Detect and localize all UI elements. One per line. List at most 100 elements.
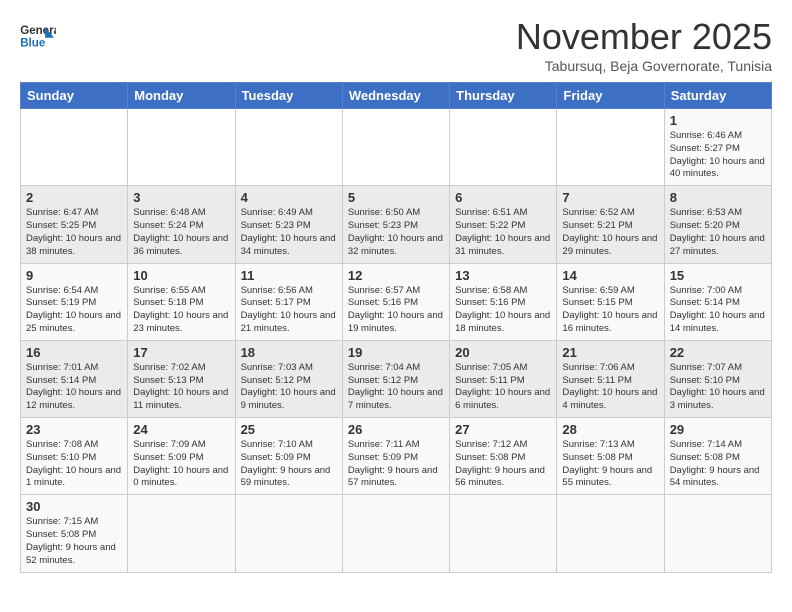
calendar-header-row: SundayMondayTuesdayWednesdayThursdayFrid… — [21, 83, 772, 109]
calendar-cell — [235, 495, 342, 572]
day-number: 9 — [26, 268, 122, 283]
day-number: 25 — [241, 422, 337, 437]
day-number: 7 — [562, 190, 658, 205]
day-info: Sunrise: 6:50 AM Sunset: 5:23 PM Dayligh… — [348, 207, 444, 258]
day-number: 21 — [562, 345, 658, 360]
day-number: 26 — [348, 422, 444, 437]
day-info: Sunrise: 7:06 AM Sunset: 5:11 PM Dayligh… — [562, 362, 658, 413]
day-info: Sunrise: 6:51 AM Sunset: 5:22 PM Dayligh… — [455, 207, 551, 258]
day-number: 11 — [241, 268, 337, 283]
day-info: Sunrise: 6:55 AM Sunset: 5:18 PM Dayligh… — [133, 285, 229, 336]
calendar-week-row: 2Sunrise: 6:47 AM Sunset: 5:25 PM Daylig… — [21, 186, 772, 263]
calendar-cell — [21, 109, 128, 186]
day-number: 23 — [26, 422, 122, 437]
calendar-cell: 8 Sunrise: 6:53 AM Sunset: 5:20 PM Daylig… — [664, 186, 771, 263]
day-number: 14 — [562, 268, 658, 283]
weekday-header-friday: Friday — [557, 83, 664, 109]
calendar-cell: 10 Sunrise: 6:55 AM Sunset: 5:18 PM Dayli… — [128, 263, 235, 340]
calendar-cell — [235, 109, 342, 186]
day-info: Sunrise: 7:15 AM Sunset: 5:08 PM Dayligh… — [26, 516, 122, 567]
day-number: 8 — [670, 190, 766, 205]
day-info: Sunrise: 7:05 AM Sunset: 5:11 PM Dayligh… — [455, 362, 551, 413]
calendar-cell: 21 Sunrise: 7:06 AM Sunset: 5:11 PM Dayli… — [557, 340, 664, 417]
day-number: 6 — [455, 190, 551, 205]
day-info: Sunrise: 6:57 AM Sunset: 5:16 PM Dayligh… — [348, 285, 444, 336]
weekday-header-monday: Monday — [128, 83, 235, 109]
day-number: 22 — [670, 345, 766, 360]
day-info: Sunrise: 6:47 AM Sunset: 5:25 PM Dayligh… — [26, 207, 122, 258]
calendar-cell: 29 Sunrise: 7:14 AM Sunset: 5:08 PM Dayli… — [664, 418, 771, 495]
calendar-week-row: 16 Sunrise: 7:01 AM Sunset: 5:14 PM Dayli… — [21, 340, 772, 417]
calendar-cell: 28Sunrise: 7:13 AM Sunset: 5:08 PM Dayli… — [557, 418, 664, 495]
calendar-cell — [342, 495, 449, 572]
day-info: Sunrise: 7:12 AM Sunset: 5:08 PM Dayligh… — [455, 439, 551, 490]
day-info: Sunrise: 6:58 AM Sunset: 5:16 PM Dayligh… — [455, 285, 551, 336]
calendar-cell: 9Sunrise: 6:54 AM Sunset: 5:19 PM Daylig… — [21, 263, 128, 340]
day-info: Sunrise: 6:52 AM Sunset: 5:21 PM Dayligh… — [562, 207, 658, 258]
calendar-cell — [664, 495, 771, 572]
month-title: November 2025 — [516, 16, 772, 58]
calendar-cell: 20Sunrise: 7:05 AM Sunset: 5:11 PM Dayli… — [450, 340, 557, 417]
calendar-cell: 26 Sunrise: 7:11 AM Sunset: 5:09 PM Dayli… — [342, 418, 449, 495]
calendar-cell: 16 Sunrise: 7:01 AM Sunset: 5:14 PM Dayli… — [21, 340, 128, 417]
day-info: Sunrise: 7:00 AM Sunset: 5:14 PM Dayligh… — [670, 285, 766, 336]
day-number: 16 — [26, 345, 122, 360]
calendar-table: SundayMondayTuesdayWednesdayThursdayFrid… — [20, 82, 772, 573]
calendar-cell — [450, 109, 557, 186]
subtitle: Tabursuq, Beja Governorate, Tunisia — [516, 58, 772, 74]
day-info: Sunrise: 7:04 AM Sunset: 5:12 PM Dayligh… — [348, 362, 444, 413]
calendar-cell: 11 Sunrise: 6:56 AM Sunset: 5:17 PM Dayli… — [235, 263, 342, 340]
day-info: Sunrise: 6:56 AM Sunset: 5:17 PM Dayligh… — [241, 285, 337, 336]
calendar-cell — [557, 109, 664, 186]
calendar-cell: 23Sunrise: 7:08 AM Sunset: 5:10 PM Dayli… — [21, 418, 128, 495]
day-number: 4 — [241, 190, 337, 205]
day-info: Sunrise: 6:59 AM Sunset: 5:15 PM Dayligh… — [562, 285, 658, 336]
weekday-header-saturday: Saturday — [664, 83, 771, 109]
calendar-cell: 15Sunrise: 7:00 AM Sunset: 5:14 PM Dayli… — [664, 263, 771, 340]
day-number: 19 — [348, 345, 444, 360]
weekday-header-tuesday: Tuesday — [235, 83, 342, 109]
calendar-cell: 24Sunrise: 7:09 AM Sunset: 5:09 PM Dayli… — [128, 418, 235, 495]
day-info: Sunrise: 6:46 AM Sunset: 5:27 PM Dayligh… — [670, 130, 766, 181]
day-info: Sunrise: 7:11 AM Sunset: 5:09 PM Dayligh… — [348, 439, 444, 490]
calendar-cell: 18Sunrise: 7:03 AM Sunset: 5:12 PM Dayli… — [235, 340, 342, 417]
day-info: Sunrise: 6:48 AM Sunset: 5:24 PM Dayligh… — [133, 207, 229, 258]
day-info: Sunrise: 7:09 AM Sunset: 5:09 PM Dayligh… — [133, 439, 229, 490]
calendar-cell: 3 Sunrise: 6:48 AM Sunset: 5:24 PM Daylig… — [128, 186, 235, 263]
calendar-cell: 19 Sunrise: 7:04 AM Sunset: 5:12 PM Dayli… — [342, 340, 449, 417]
day-info: Sunrise: 7:14 AM Sunset: 5:08 PM Dayligh… — [670, 439, 766, 490]
day-info: Sunrise: 7:01 AM Sunset: 5:14 PM Dayligh… — [26, 362, 122, 413]
calendar-cell: 17Sunrise: 7:02 AM Sunset: 5:13 PM Dayli… — [128, 340, 235, 417]
day-number: 1 — [670, 113, 766, 128]
day-number: 10 — [133, 268, 229, 283]
calendar-cell — [128, 109, 235, 186]
calendar-week-row: 9Sunrise: 6:54 AM Sunset: 5:19 PM Daylig… — [21, 263, 772, 340]
calendar-cell: 2Sunrise: 6:47 AM Sunset: 5:25 PM Daylig… — [21, 186, 128, 263]
day-number: 29 — [670, 422, 766, 437]
calendar-cell: 27Sunrise: 7:12 AM Sunset: 5:08 PM Dayli… — [450, 418, 557, 495]
calendar-cell: 13 Sunrise: 6:58 AM Sunset: 5:16 PM Dayli… — [450, 263, 557, 340]
calendar-week-row: 1 Sunrise: 6:46 AM Sunset: 5:27 PM Daylig… — [21, 109, 772, 186]
title-area: November 2025 Tabursuq, Beja Governorate… — [516, 16, 772, 74]
page-header: General Blue November 2025 Tabursuq, Bej… — [20, 16, 772, 74]
svg-text:Blue: Blue — [20, 38, 46, 50]
day-info: Sunrise: 6:53 AM Sunset: 5:20 PM Dayligh… — [670, 207, 766, 258]
day-number: 28 — [562, 422, 658, 437]
weekday-header-wednesday: Wednesday — [342, 83, 449, 109]
calendar-cell — [450, 495, 557, 572]
calendar-week-row: 30Sunrise: 7:15 AM Sunset: 5:08 PM Dayli… — [21, 495, 772, 572]
calendar-cell: 30Sunrise: 7:15 AM Sunset: 5:08 PM Dayli… — [21, 495, 128, 572]
calendar-cell: 7 Sunrise: 6:52 AM Sunset: 5:21 PM Daylig… — [557, 186, 664, 263]
day-number: 13 — [455, 268, 551, 283]
day-number: 3 — [133, 190, 229, 205]
calendar-body: 1 Sunrise: 6:46 AM Sunset: 5:27 PM Daylig… — [21, 109, 772, 573]
day-number: 12 — [348, 268, 444, 283]
calendar-cell — [557, 495, 664, 572]
weekday-header-thursday: Thursday — [450, 83, 557, 109]
calendar-cell: 22Sunrise: 7:07 AM Sunset: 5:10 PM Dayli… — [664, 340, 771, 417]
calendar-week-row: 23Sunrise: 7:08 AM Sunset: 5:10 PM Dayli… — [21, 418, 772, 495]
day-number: 5 — [348, 190, 444, 205]
day-info: Sunrise: 6:49 AM Sunset: 5:23 PM Dayligh… — [241, 207, 337, 258]
calendar-cell: 14 Sunrise: 6:59 AM Sunset: 5:15 PM Dayli… — [557, 263, 664, 340]
calendar-cell: 6 Sunrise: 6:51 AM Sunset: 5:22 PM Daylig… — [450, 186, 557, 263]
